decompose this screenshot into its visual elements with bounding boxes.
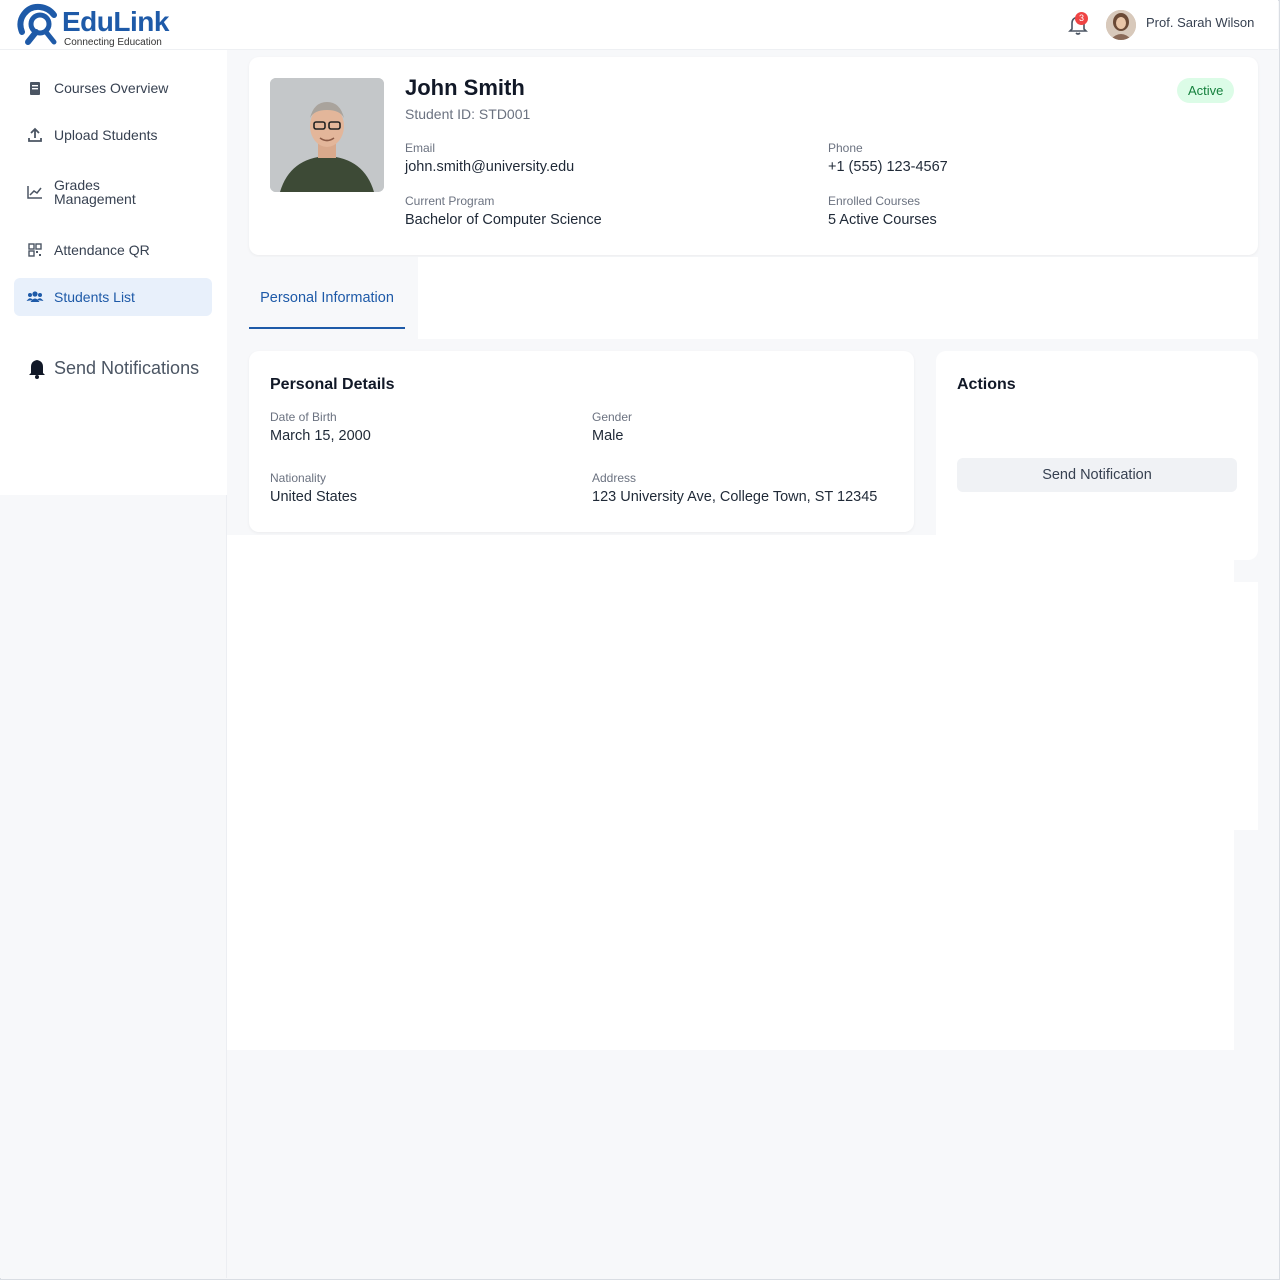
program-label: Current Program — [405, 194, 495, 208]
sidebar-item-label: Send Notifications — [54, 357, 200, 378]
actions-card: Actions Send Notification — [936, 351, 1258, 560]
phone-label: Phone — [828, 141, 863, 155]
sidebar-item-label: Courses Overview — [54, 80, 169, 96]
sidebar-item-students-list[interactable]: Students List — [14, 278, 212, 316]
app-name: EduLink — [62, 6, 169, 37]
sidebar-item-courses-overview[interactable]: Courses Overview — [14, 76, 212, 100]
tab-personal-information[interactable]: Personal Information — [249, 290, 405, 329]
sidebar-item-attendance-qr[interactable]: Attendance QR — [14, 237, 212, 263]
sidebar-item-upload-students[interactable]: Upload Students — [14, 122, 212, 148]
dob-label: Date of Birth — [270, 410, 337, 424]
avatar-photo — [1106, 10, 1136, 40]
enrolled-courses-label: Enrolled Courses — [828, 194, 921, 208]
tabs-bar-fill — [418, 257, 1258, 339]
nationality-label: Nationality — [270, 471, 327, 485]
email-value: john.smith@university.edu — [405, 159, 575, 175]
side-panel — [1234, 582, 1258, 830]
student-photo-image — [270, 78, 384, 192]
personal-details-card: Personal Details Date of Birth March 15,… — [249, 351, 914, 532]
student-photo — [270, 78, 384, 192]
email-label: Email — [405, 141, 436, 155]
sidebar-nav — [0, 50, 227, 495]
status-badge: Active — [1177, 78, 1235, 103]
top-header: EduLink Connecting Education 3 Prof. Sar… — [0, 0, 1278, 50]
qr-code-icon — [28, 243, 42, 257]
sidebar-item-label: Upload Students — [54, 127, 158, 143]
enrolled-courses-value: 5 Active Courses — [828, 212, 937, 228]
program-value: Bachelor of Computer Science — [405, 212, 602, 228]
user-name[interactable]: Prof. Sarah Wilson — [1146, 15, 1254, 30]
users-icon — [26, 291, 44, 302]
bell-icon — [29, 360, 45, 379]
upload-icon — [28, 127, 42, 142]
actions-title: Actions — [957, 376, 1016, 393]
nationality-value: United States — [270, 489, 358, 505]
address-value: 123 University Ave, College Town, ST 123… — [592, 489, 878, 505]
logo-icon — [17, 3, 57, 45]
address-label: Address — [592, 471, 637, 485]
notification-count-badge: 3 — [1075, 12, 1088, 25]
sidebar-item-label: Grades Management — [54, 177, 136, 207]
content-panel — [227, 535, 1234, 1050]
user-avatar[interactable] — [1106, 10, 1136, 40]
app-tagline: Connecting Education — [64, 37, 162, 48]
dob-value: March 15, 2000 — [270, 428, 371, 444]
chart-line-icon — [27, 186, 42, 199]
send-notification-button[interactable]: Send Notification — [957, 458, 1237, 492]
book-icon — [30, 82, 40, 95]
gender-label: Gender — [592, 410, 633, 424]
sidebar-item-label: Students List — [54, 289, 135, 305]
personal-details-title: Personal Details — [270, 376, 395, 393]
sidebar — [0, 50, 227, 1278]
app-logo[interactable]: EduLink Connecting Education — [16, 2, 216, 48]
sidebar-item-grades-management[interactable]: Grades Management — [14, 172, 212, 212]
student-name: John Smith — [405, 75, 525, 100]
gender-value: Male — [592, 428, 624, 444]
student-id: Student ID: STD001 — [405, 106, 531, 122]
sidebar-item-send-notifications[interactable]: Send Notifications — [14, 354, 212, 382]
student-profile-card: John Smith Student ID: STD001 Active Ema… — [249, 57, 1258, 255]
phone-value: +1 (555) 123-4567 — [828, 159, 948, 175]
sidebar-item-label: Attendance QR — [54, 242, 150, 258]
